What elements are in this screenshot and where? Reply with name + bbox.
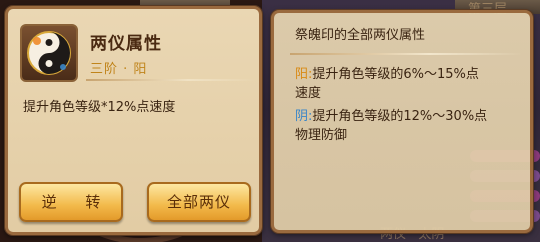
yang-attribute-line: 阳:提升角色等级的6%～15%点 (295, 65, 479, 84)
yang-text: 提升角色等级的6%～15%点 (312, 67, 479, 82)
all-liangyi-button[interactable]: 全部两仪 (147, 182, 251, 222)
tooltip-divider (290, 53, 522, 55)
skill-title: 两仪属性 (90, 34, 162, 54)
skill-description: 提升角色等级*12%点速度 (23, 100, 176, 115)
yin-text: 提升角色等级的12%～30%点 (312, 109, 488, 124)
liangyi-attributes-tooltip: 祭魄印的全部两仪属性 阳:提升角色等级的6%～15%点 速度 阴:提升角色等级的… (271, 10, 533, 233)
yang-attribute-line-2: 速度 (295, 86, 322, 101)
skill-detail-panel: 两仪属性 三阶 · 阳 提升角色等级*12%点速度 逆 转 全部两仪 (5, 6, 262, 235)
title-divider (86, 79, 256, 81)
skill-tier-label: 三阶 · 阳 (90, 62, 148, 77)
reverse-button[interactable]: 逆 转 (19, 182, 123, 222)
tooltip-title: 祭魄印的全部两仪属性 (295, 28, 426, 43)
yin-attribute-line: 阴:提升角色等级的12%～30%点 (295, 107, 487, 126)
skill-icon-slot (20, 24, 78, 82)
yang-label: 阳: (295, 67, 313, 82)
yin-label: 阴: (295, 109, 313, 124)
yin-yang-icon (27, 31, 71, 75)
yin-attribute-line-2: 物理防御 (295, 128, 348, 143)
